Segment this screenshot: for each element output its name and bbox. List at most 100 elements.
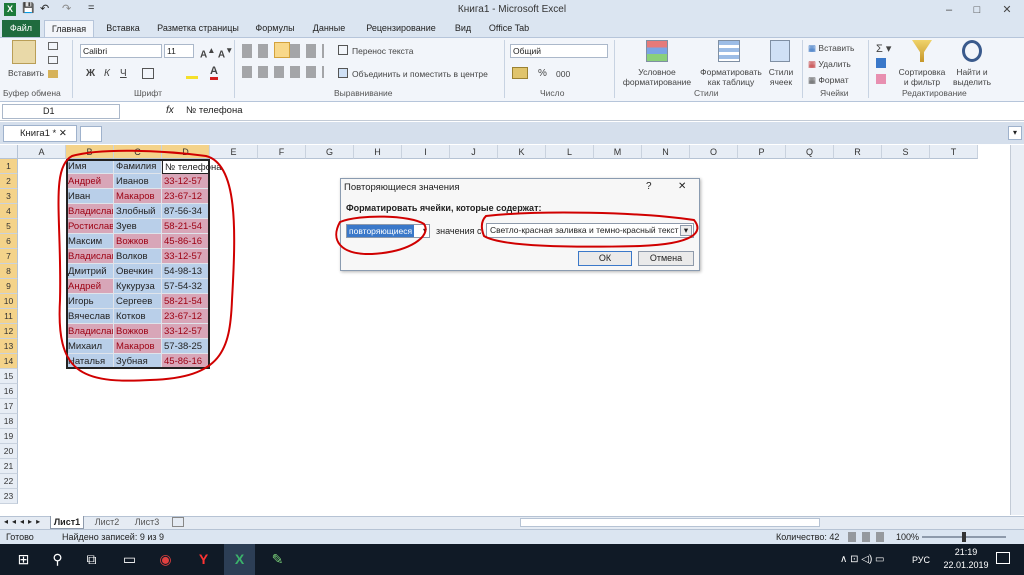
table-cell[interactable]: 58-21-54 (162, 219, 210, 234)
column-header-e[interactable]: E (210, 145, 258, 159)
thousands-button[interactable]: 000 (556, 69, 570, 79)
insert-cells-button[interactable]: ▦ Вставить (808, 43, 854, 54)
fill-color-icon[interactable] (186, 68, 198, 79)
table-cell[interactable]: Андрей (66, 279, 114, 294)
italic-button[interactable]: К (104, 68, 110, 79)
column-header-q[interactable]: Q (786, 145, 834, 159)
row-header-21[interactable]: 21 (0, 459, 18, 474)
table-cell[interactable]: Вожков (114, 234, 162, 249)
name-box[interactable]: D1 (2, 104, 120, 119)
table-cell[interactable]: 45-86-16 (162, 234, 210, 249)
language-indicator[interactable]: РУС (912, 555, 930, 565)
table-cell[interactable]: 33-12-57 (162, 324, 210, 339)
cell-styles-button[interactable]: Стили ячеек (764, 67, 798, 87)
ok-button[interactable]: ОК (578, 251, 632, 266)
table-cell[interactable]: Наталья (66, 354, 114, 369)
chevron-down-icon[interactable]: ▾ (423, 225, 429, 237)
column-header-c[interactable]: C (114, 145, 162, 159)
minimize-button[interactable]: – (938, 2, 960, 18)
table-cell[interactable]: 87-56-34 (162, 204, 210, 219)
formula-input[interactable]: № телефона (186, 105, 243, 116)
cell-styles-icon[interactable] (770, 40, 790, 62)
row-header-22[interactable]: 22 (0, 474, 18, 489)
copy-icon[interactable] (48, 56, 58, 64)
table-cell[interactable]: Вожков (114, 324, 162, 339)
table-cell[interactable]: Вячеслав (66, 309, 114, 324)
borders-icon[interactable] (142, 68, 154, 79)
horizontal-align-icons[interactable] (242, 66, 324, 78)
column-header-f[interactable]: F (258, 145, 306, 159)
table-header-cell[interactable]: Фамилия (114, 159, 162, 174)
tab-view[interactable]: Вид (450, 20, 476, 37)
column-header-i[interactable]: I (402, 145, 450, 159)
select-all-button[interactable] (0, 145, 18, 159)
cut-icon[interactable] (48, 42, 58, 50)
zoom-slider-handle[interactable] (962, 532, 966, 542)
table-cell[interactable]: Зубная (114, 354, 162, 369)
view-buttons-icon[interactable] (848, 532, 888, 542)
notifications-icon[interactable] (996, 552, 1010, 564)
row-header-12[interactable]: 12 (0, 324, 18, 339)
table-cell[interactable]: 23-67-12 (162, 309, 210, 324)
row-header-9[interactable]: 9 (0, 279, 18, 294)
grow-font-icon[interactable]: A▲ A▼ (200, 45, 233, 60)
column-header-k[interactable]: K (498, 145, 546, 159)
tray-icons[interactable]: ∧ ⊡ ◁) ▭ (840, 554, 885, 565)
table-cell[interactable]: Иван (66, 189, 114, 204)
tab-home[interactable]: Главная (44, 20, 94, 37)
dialog-close-icon[interactable]: ✕ (678, 181, 686, 192)
column-header-b[interactable]: B (66, 145, 114, 159)
table-cell[interactable]: Владислав (66, 324, 114, 339)
workbook-tab[interactable]: Книга1 * ✕ (3, 125, 77, 142)
table-cell[interactable]: Максим (66, 234, 114, 249)
table-header-cell[interactable]: Имя (66, 159, 114, 174)
new-tab-button[interactable] (80, 126, 102, 142)
column-header-s[interactable]: S (882, 145, 930, 159)
font-name-combo[interactable]: Calibri (80, 44, 162, 58)
row-header-17[interactable]: 17 (0, 399, 18, 414)
row-header-19[interactable]: 19 (0, 429, 18, 444)
wrap-text-button[interactable]: Перенос текста (352, 46, 413, 56)
table-cell[interactable]: Сергеев (114, 294, 162, 309)
insert-function-button[interactable]: fx (166, 105, 174, 116)
autosum-icon[interactable]: Σ ▾ (876, 42, 891, 55)
format-cells-button[interactable]: ▦ Формат (808, 75, 849, 86)
media-app-icon[interactable]: ◉ (150, 544, 181, 575)
conditional-format-button[interactable]: Условное форматирование (618, 67, 696, 87)
cancel-button[interactable]: Отмена (638, 251, 694, 266)
table-cell[interactable]: Волков (114, 249, 162, 264)
table-cell[interactable]: 33-12-57 (162, 249, 210, 264)
column-header-t[interactable]: T (930, 145, 978, 159)
close-button[interactable]: ✕ (996, 2, 1018, 18)
table-cell[interactable]: 58-21-54 (162, 294, 210, 309)
tab-file[interactable]: Файл (2, 20, 40, 37)
tab-page-layout[interactable]: Разметка страницы (152, 20, 244, 37)
new-sheet-icon[interactable] (172, 517, 184, 527)
paste-icon[interactable] (12, 40, 36, 64)
format-style-select[interactable]: Светло-красная заливка и темно-красный т… (486, 223, 694, 238)
vertical-scrollbar[interactable] (1010, 145, 1024, 515)
excel-taskbar-icon[interactable]: X (224, 544, 255, 575)
conditional-format-icon[interactable] (646, 40, 668, 62)
chevron-down-icon[interactable]: ▾ (680, 225, 692, 236)
sheet-tab-3[interactable]: Лист3 (130, 517, 164, 527)
table-cell[interactable]: Игорь (66, 294, 114, 309)
row-header-2[interactable]: 2 (0, 174, 18, 189)
column-header-o[interactable]: O (690, 145, 738, 159)
table-cell[interactable]: Кукуруза (114, 279, 162, 294)
table-cell[interactable]: Макаров (114, 339, 162, 354)
tab-office-tab[interactable]: Office Tab (484, 20, 534, 37)
format-table-icon[interactable] (718, 40, 740, 62)
table-cell[interactable]: Владислав (66, 249, 114, 264)
sheet-tab-2[interactable]: Лист2 (90, 517, 124, 527)
column-header-l[interactable]: L (546, 145, 594, 159)
table-cell[interactable]: Злобный (114, 204, 162, 219)
merge-center-button[interactable]: Объединить и поместить в центре (352, 69, 488, 79)
paste-button[interactable]: Вставить (8, 68, 44, 78)
underline-button[interactable]: Ч (120, 68, 127, 79)
row-header-8[interactable]: 8 (0, 264, 18, 279)
table-cell[interactable]: 54-98-13 (162, 264, 210, 279)
row-header-20[interactable]: 20 (0, 444, 18, 459)
table-header-cell[interactable]: № телефона (162, 159, 222, 174)
tab-list-icon[interactable]: ▾ (1008, 126, 1022, 140)
